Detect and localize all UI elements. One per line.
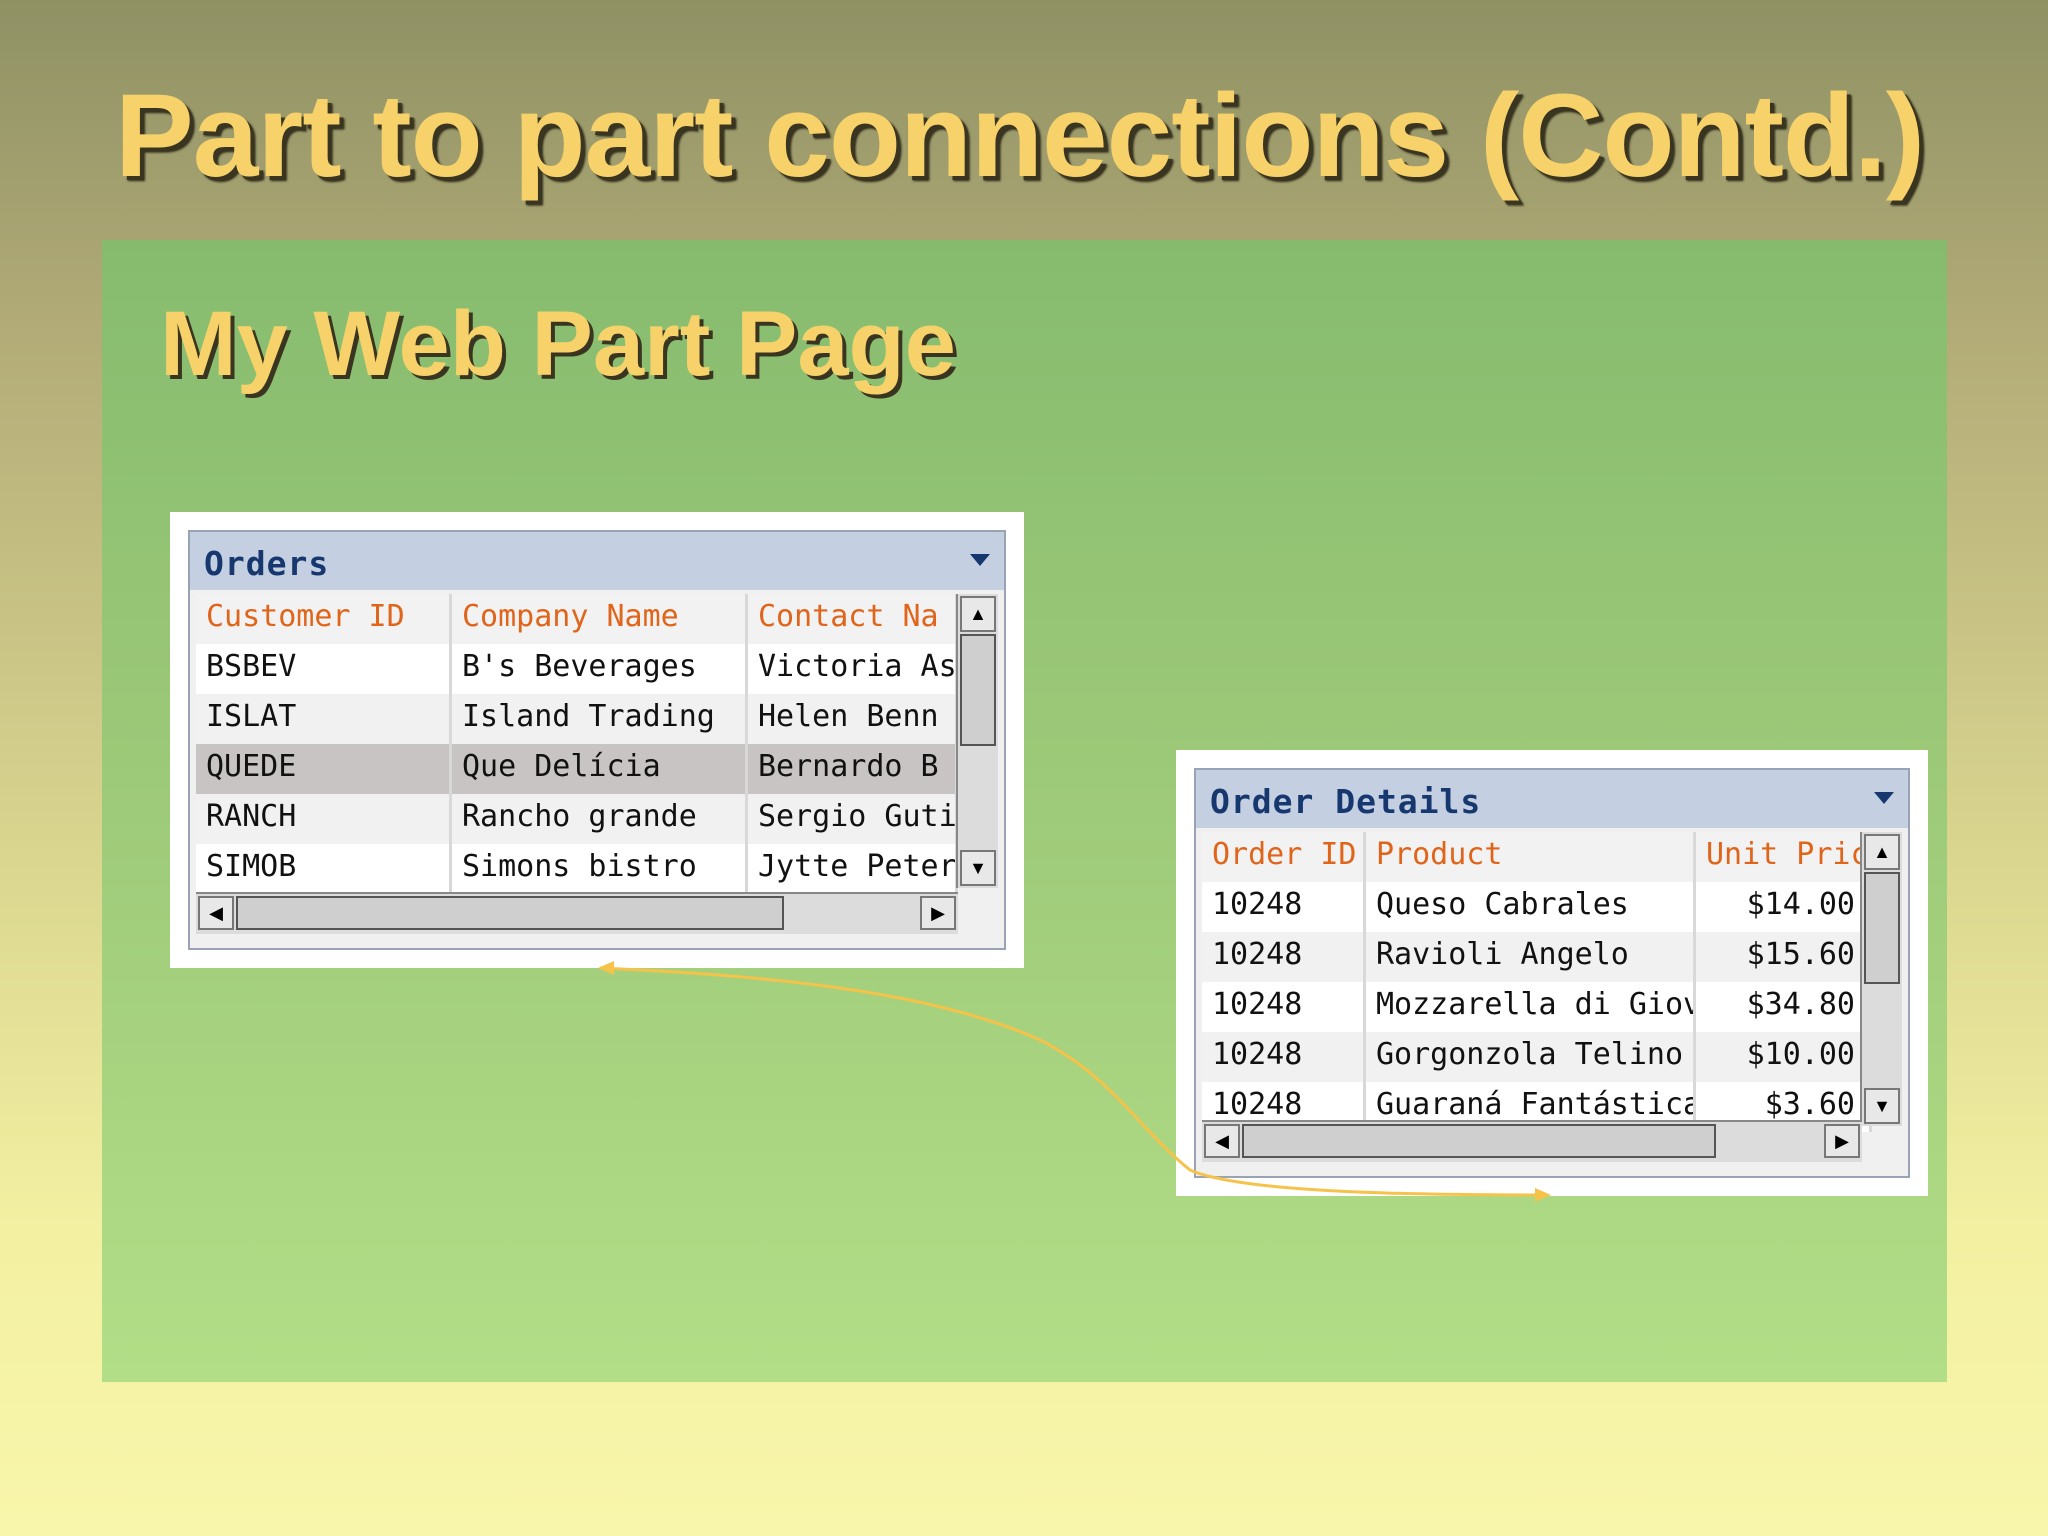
- connection-arrowhead-start: [598, 961, 614, 975]
- connection-line: [599, 966, 1546, 1197]
- connection-arrowhead-end: [1535, 1188, 1551, 1202]
- connection-arrow: [598, 961, 1551, 1202]
